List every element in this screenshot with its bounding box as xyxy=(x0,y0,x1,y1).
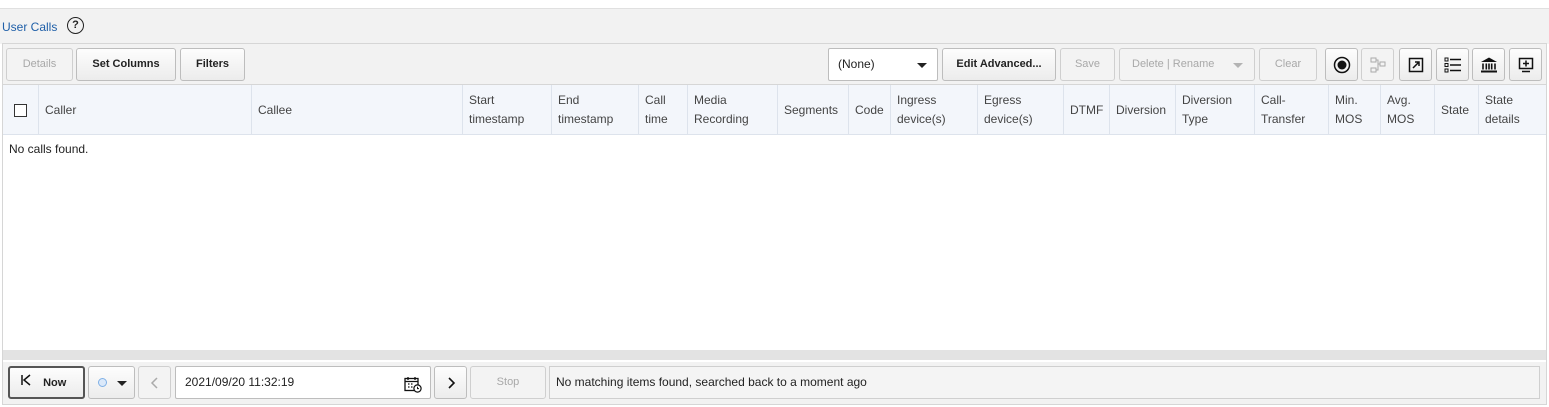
clock-icon xyxy=(98,378,107,387)
chevron-down-icon xyxy=(1233,63,1243,68)
delete-rename-button[interactable]: Delete | Rename xyxy=(1119,48,1255,81)
toolbar: Details Set Columns Filters (None) Edit … xyxy=(3,44,1546,85)
column-header-ingress-devices[interactable]: Ingress device(s) xyxy=(891,85,978,135)
skip-start-icon xyxy=(20,368,36,399)
time-mode-dropdown[interactable] xyxy=(88,366,135,399)
select-all-cell xyxy=(3,85,39,135)
column-label: Egress xyxy=(984,93,1022,107)
column-header-call-transfer[interactable]: Call- Transfer xyxy=(1255,85,1329,135)
chevron-down-icon xyxy=(117,381,127,386)
column-label: MOS xyxy=(1335,112,1363,126)
column-header-avg-mos[interactable]: Avg. MOS xyxy=(1381,85,1435,135)
table-header: Caller Callee Start timestamp End timestam… xyxy=(3,85,1546,135)
clear-button[interactable]: Clear xyxy=(1259,48,1317,81)
column-header-diversion[interactable]: Diversion xyxy=(1110,85,1176,135)
empty-message: No calls found. xyxy=(9,142,89,156)
horizontal-scrollbar[interactable] xyxy=(3,350,1546,360)
column-label: Avg. xyxy=(1387,93,1411,107)
details-button[interactable]: Details xyxy=(6,48,73,81)
column-header-state[interactable]: State xyxy=(1435,85,1479,135)
now-label: Now xyxy=(43,377,67,389)
column-header-segments[interactable]: Segments xyxy=(778,85,849,135)
column-label: End xyxy=(558,93,580,107)
column-label: Callee xyxy=(258,102,293,117)
column-label: Ingress xyxy=(897,93,937,107)
column-header-start-timestamp[interactable]: Start timestamp xyxy=(463,85,552,135)
column-label: details xyxy=(1485,112,1520,126)
column-header-dtmf[interactable]: DTMF xyxy=(1064,85,1110,135)
column-header-code[interactable]: Code xyxy=(849,85,891,135)
save-button[interactable]: Save xyxy=(1060,48,1115,81)
stop-button[interactable]: Stop xyxy=(470,366,546,399)
calls-panel: Details Set Columns Filters (None) Edit … xyxy=(2,43,1547,405)
delete-rename-label: Delete | Rename xyxy=(1132,58,1215,70)
filters-button[interactable]: Filters xyxy=(180,48,245,81)
set-columns-button[interactable]: Set Columns xyxy=(76,48,176,81)
column-label: Segments xyxy=(784,102,839,117)
previous-button[interactable] xyxy=(138,366,171,399)
column-label: timestamp xyxy=(558,112,614,126)
column-label: State xyxy=(1485,93,1514,107)
column-label: Call- xyxy=(1261,93,1286,107)
column-header-end-timestamp[interactable]: End timestamp xyxy=(552,85,639,135)
export-icon[interactable] xyxy=(1399,48,1432,81)
view-select-value: (None) xyxy=(838,57,875,71)
footer-bar: Now 2021/09/20 11:32:19 Stop No matching… xyxy=(3,362,1546,404)
select-all-checkbox[interactable] xyxy=(14,104,27,117)
column-label: Call xyxy=(645,93,666,107)
help-icon[interactable]: ? xyxy=(67,17,84,34)
column-label: Type xyxy=(1182,112,1209,126)
column-label: device(s) xyxy=(897,112,946,126)
column-label: time xyxy=(645,112,668,126)
column-label: Start xyxy=(469,93,495,107)
column-label: Media xyxy=(694,93,727,107)
page-title: User Calls xyxy=(2,20,58,34)
column-header-state-details[interactable]: State details xyxy=(1479,85,1546,135)
column-header-egress-devices[interactable]: Egress device(s) xyxy=(978,85,1064,135)
bank-icon[interactable] xyxy=(1472,48,1505,81)
column-label: MOS xyxy=(1387,112,1415,126)
column-label: timestamp xyxy=(469,112,525,126)
now-button[interactable]: Now xyxy=(8,366,85,399)
column-label: Diversion xyxy=(1116,102,1167,117)
column-label: device(s) xyxy=(984,112,1033,126)
column-label: Caller xyxy=(45,102,77,117)
column-label: State xyxy=(1441,102,1470,117)
list-icon[interactable] xyxy=(1436,48,1469,81)
edit-advanced-button[interactable]: Edit Advanced... xyxy=(942,48,1056,81)
column-label: Min. xyxy=(1335,93,1358,107)
chevron-down-icon xyxy=(917,63,927,68)
column-label: Code xyxy=(855,102,884,117)
column-header-callee[interactable]: Callee xyxy=(252,85,463,135)
column-label: Diversion xyxy=(1182,93,1233,107)
column-header-call-time[interactable]: Call time xyxy=(639,85,688,135)
column-label: Recording xyxy=(694,112,749,126)
column-header-min-mos[interactable]: Min. MOS xyxy=(1329,85,1381,135)
record-icon[interactable] xyxy=(1325,48,1358,81)
column-label: DTMF xyxy=(1070,102,1104,117)
datetime-value: 2021/09/20 11:32:19 xyxy=(185,375,295,389)
datetime-input[interactable]: 2021/09/20 11:32:19 xyxy=(175,366,431,399)
column-label: Transfer xyxy=(1261,112,1306,126)
add-panel-icon[interactable] xyxy=(1509,48,1542,81)
column-header-diversion-type[interactable]: Diversion Type xyxy=(1176,85,1255,135)
column-header-caller[interactable]: Caller xyxy=(39,85,252,135)
diagram-icon[interactable] xyxy=(1361,48,1394,81)
next-button[interactable] xyxy=(434,366,467,399)
column-header-media-recording[interactable]: Media Recording xyxy=(688,85,778,135)
search-status: No matching items found, searched back t… xyxy=(549,366,1540,399)
calendar-icon[interactable] xyxy=(404,374,422,405)
title-bar xyxy=(0,9,1549,44)
view-select[interactable]: (None) xyxy=(828,48,938,81)
